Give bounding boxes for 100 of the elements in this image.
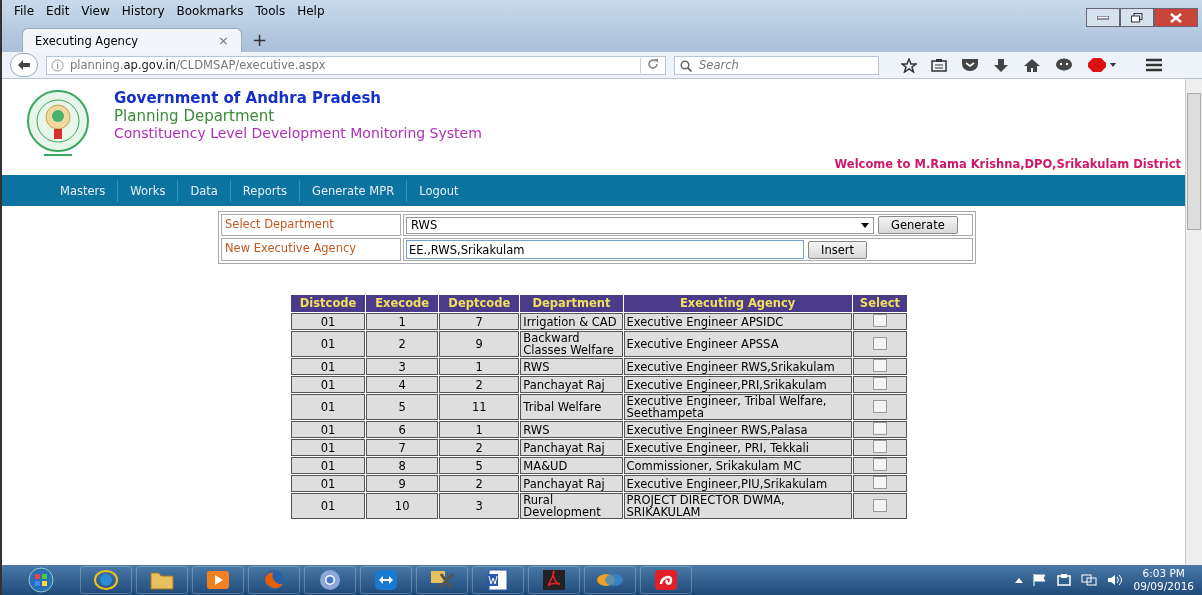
clock[interactable]: 6:03 PM 09/09/2016 (1133, 567, 1194, 593)
welcome-text: Welcome to M.Rama Krishna,DPO,Srikakulam District (834, 157, 1181, 171)
department-title: Planning Department (114, 107, 276, 125)
select-checkbox[interactable] (872, 359, 887, 372)
table-cell: Executive Engineer APSSA (623, 331, 852, 357)
menu-item[interactable]: Help (291, 4, 331, 18)
volume-icon[interactable] (1107, 574, 1124, 586)
table-cell: 4 (366, 376, 439, 393)
chat-face-icon[interactable] (1055, 58, 1073, 72)
select-checkbox[interactable] (872, 422, 887, 435)
scrollbar[interactable] (1185, 79, 1202, 565)
menu-icon[interactable] (1145, 58, 1163, 72)
table-cell: Executive Engineer,PIU,Srikakulam (623, 475, 852, 492)
select-checkbox[interactable] (872, 476, 887, 489)
star-icon[interactable] (901, 57, 917, 73)
select-checkbox[interactable] (872, 458, 887, 471)
tools-icon[interactable] (429, 568, 455, 592)
table-cell: 2 (439, 439, 520, 456)
menu-item[interactable]: File (8, 4, 41, 18)
select-checkbox[interactable] (872, 336, 887, 350)
menu-item[interactable]: Edit (40, 4, 76, 18)
menu-item[interactable]: History (115, 4, 171, 18)
table-cell: 1 (366, 313, 439, 330)
table-cell: 01 (291, 475, 366, 492)
address-bar[interactable]: planning.ap.gov.in/CLDMSAP/executive.aspx (46, 55, 666, 75)
insert-button[interactable]: Insert (808, 240, 867, 259)
column-header: Deptcode (439, 295, 520, 312)
select-checkbox[interactable] (872, 440, 887, 453)
table-cell: Panchayat Raj (520, 475, 623, 492)
table-cell: Executive Engineer, PRI, Tekkali (623, 439, 852, 456)
info-icon (51, 58, 64, 72)
nav-link[interactable]: Masters (48, 179, 119, 202)
menu-item[interactable]: View (75, 4, 116, 18)
nav-link[interactable]: Generate MPR (300, 179, 408, 202)
field-label: New Executive Agency (221, 238, 401, 261)
browser-tab[interactable]: Executing Agency × (22, 28, 242, 52)
close-button[interactable] (1154, 8, 1198, 27)
caret-up-icon[interactable] (1015, 577, 1024, 583)
table-cell: Tribal Welfare (520, 394, 623, 420)
system-title: Constituency Level Development Monitoring System (114, 125, 482, 141)
nav-link[interactable]: Works (118, 179, 179, 202)
folder-icon[interactable] (149, 569, 175, 591)
table-cell: 8 (366, 457, 439, 474)
table-cell: 3 (366, 358, 439, 375)
reload-icon[interactable] (647, 57, 659, 70)
table-cell: 01 (291, 457, 366, 474)
tab-close-button[interactable]: × (218, 33, 229, 48)
table-cell: 01 (291, 313, 366, 330)
select-checkbox[interactable] (872, 399, 887, 413)
back-button[interactable] (10, 53, 38, 77)
table-cell: 2 (439, 475, 520, 492)
home-icon[interactable] (1023, 57, 1041, 73)
device-icon[interactable] (1057, 574, 1072, 586)
adblock-icon[interactable] (1087, 57, 1117, 73)
document-w-icon[interactable] (485, 568, 511, 592)
nav-link[interactable]: Reports (230, 179, 300, 202)
menu-item[interactable]: Bookmarks (170, 4, 250, 18)
minimize-icon (1097, 15, 1109, 20)
field-label: Select Department (221, 214, 401, 236)
agency-input[interactable]: EE.,RWS,Srikakulam (406, 240, 804, 259)
table-cell: 7 (439, 313, 520, 330)
minimize-button[interactable] (1086, 8, 1120, 27)
generate-button[interactable]: Generate (878, 216, 958, 234)
column-header: Distcode (291, 295, 366, 312)
network-icon[interactable] (1081, 574, 1098, 586)
restore-button[interactable] (1120, 8, 1154, 27)
table-cell: RWS (520, 358, 623, 375)
close-icon (1170, 12, 1182, 23)
column-header: Execode (366, 295, 439, 312)
clipboard-icon[interactable] (931, 58, 947, 72)
swirl-app-icon[interactable] (653, 568, 679, 592)
column-header: Department (520, 295, 623, 312)
table-cell: 01 (291, 331, 366, 357)
department-dropdown[interactable]: RWS (406, 216, 874, 234)
nav-link[interactable]: Data (178, 179, 231, 202)
table-cell: 5 (439, 457, 520, 474)
table-cell: 2 (366, 331, 439, 357)
table-cell: RWS (520, 421, 623, 438)
play-icon[interactable] (205, 569, 231, 591)
table-cell: Panchayat Raj (520, 439, 623, 456)
chrome-circle-icon[interactable] (317, 568, 343, 592)
table-cell: PROJECT DIRECTOR DWMA, SRIKAKULAM (623, 493, 852, 519)
search-field[interactable]: Search (674, 55, 879, 75)
flag-icon[interactable] (1033, 574, 1048, 586)
table-cell: 9 (366, 475, 439, 492)
table-cell: 01 (291, 493, 366, 519)
table-cell: 9 (439, 331, 520, 357)
new-tab-button[interactable]: + (252, 29, 268, 50)
download-icon[interactable] (993, 57, 1009, 73)
table-cell: Executive Engineer, Tribal Welfare, Seethampeta (623, 394, 852, 420)
pdf-reader-icon[interactable] (541, 568, 567, 592)
nav-link[interactable]: Logout (407, 179, 471, 202)
restore-icon (1131, 12, 1143, 23)
table-cell: 5 (366, 394, 439, 420)
pocket-icon[interactable] (961, 58, 979, 72)
select-checkbox[interactable] (872, 314, 887, 327)
select-checkbox[interactable] (872, 377, 887, 390)
select-checkbox[interactable] (872, 498, 887, 512)
menu-item[interactable]: Tools (249, 4, 292, 18)
back-arrow-icon (17, 59, 31, 71)
